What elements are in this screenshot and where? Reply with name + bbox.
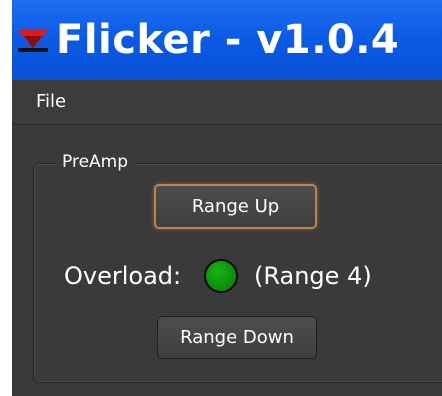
overload-label: Overload: — [64, 262, 182, 290]
app-window: Flicker - v1.0.4 File PreAmp Range Up Ov… — [12, 0, 442, 396]
menu-file[interactable]: File — [36, 91, 66, 113]
main-content: PreAmp Range Up Overload: (Range 4) Rang… — [12, 125, 442, 396]
app-icon — [18, 26, 48, 52]
range-value-text: (Range 4) — [254, 262, 372, 290]
range-up-button[interactable]: Range Up — [154, 184, 317, 229]
title-bar[interactable]: Flicker - v1.0.4 — [12, 0, 442, 80]
preamp-group-title: PreAmp — [56, 151, 135, 173]
range-down-button[interactable]: Range Down — [157, 316, 317, 359]
menu-bar: File — [12, 80, 442, 125]
window-title: Flicker - v1.0.4 — [56, 17, 400, 63]
overload-indicator-icon — [204, 259, 238, 293]
